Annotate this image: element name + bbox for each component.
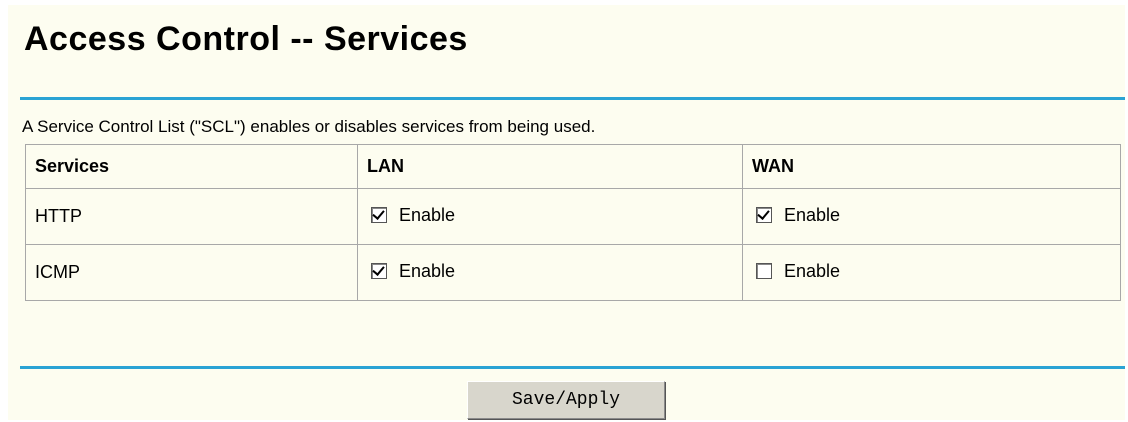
- checkbox-checked-icon[interactable]: [371, 207, 387, 224]
- checkbox-label: Enable: [399, 260, 456, 281]
- checkbox-unchecked-icon[interactable]: [756, 263, 772, 280]
- checkbox-label: Enable: [784, 260, 841, 281]
- wan-cell: Enable: [742, 188, 1121, 245]
- table-header-row: Services LAN WAN: [25, 144, 1121, 189]
- save-apply-button[interactable]: Save/Apply: [467, 381, 665, 419]
- service-name: HTTP: [25, 188, 358, 245]
- lan-cell: Enable: [357, 244, 743, 301]
- header-lan: LAN: [357, 144, 743, 189]
- header-services: Services: [25, 144, 358, 189]
- bottom-divider: [20, 366, 1125, 369]
- checkbox-checked-icon[interactable]: [756, 207, 772, 224]
- top-divider: [20, 97, 1125, 100]
- lan-cell: Enable: [357, 188, 743, 245]
- service-control-table: Services LAN WAN HTTP Enable Enable ICMP…: [25, 144, 1121, 301]
- checkbox-label: Enable: [399, 204, 456, 225]
- http-wan-enable-checkbox[interactable]: Enable: [756, 205, 840, 226]
- checkbox-label: Enable: [784, 204, 841, 225]
- header-wan: WAN: [742, 144, 1121, 189]
- service-name: ICMP: [25, 244, 358, 301]
- icmp-lan-enable-checkbox[interactable]: Enable: [371, 261, 455, 282]
- http-lan-enable-checkbox[interactable]: Enable: [371, 205, 455, 226]
- table-row: ICMP Enable Enable: [25, 244, 1121, 301]
- checkbox-checked-icon[interactable]: [371, 263, 387, 280]
- table-row: HTTP Enable Enable: [25, 188, 1121, 245]
- icmp-wan-enable-checkbox[interactable]: Enable: [756, 261, 840, 282]
- wan-cell: Enable: [742, 244, 1121, 301]
- page-description: A Service Control List ("SCL") enables o…: [22, 117, 596, 136]
- page-title: Access Control -- Services: [24, 20, 468, 58]
